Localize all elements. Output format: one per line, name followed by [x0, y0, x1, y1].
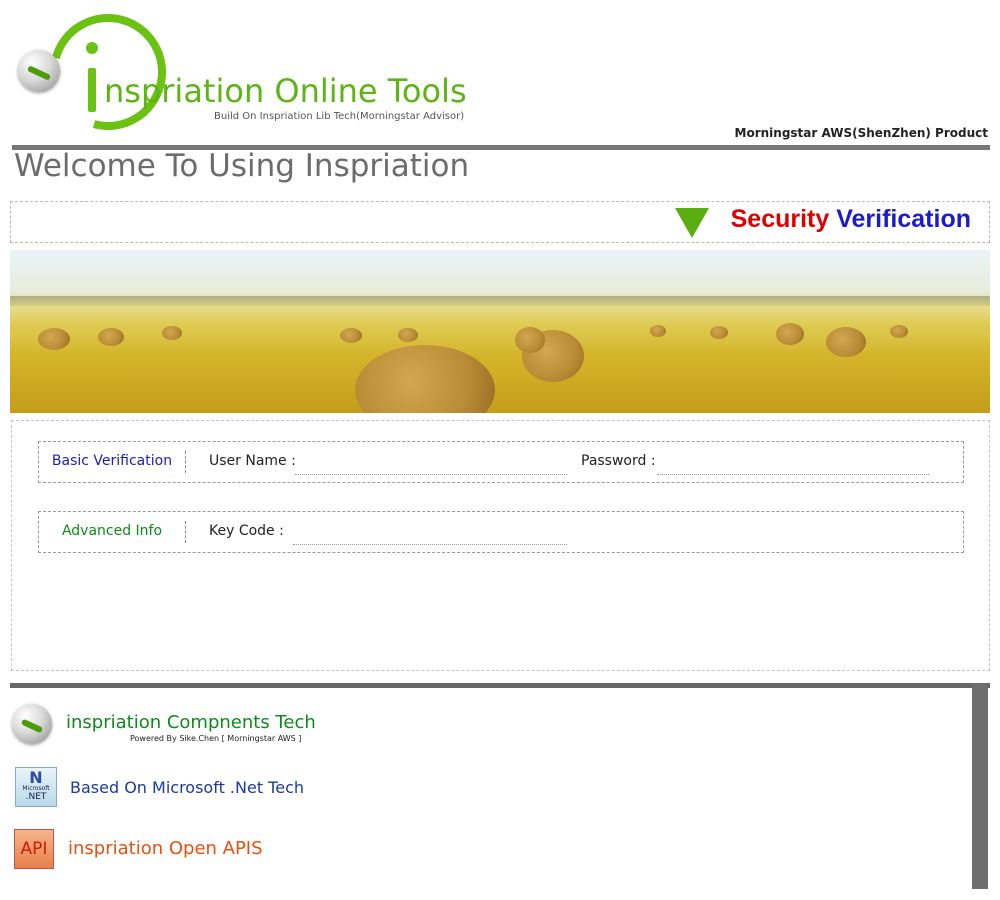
logo-ball-icon — [18, 50, 60, 92]
security-word: Security — [730, 205, 830, 233]
dotnet-icon: N Microsoft .NET — [15, 767, 57, 807]
powered-by-text: Powered By Sike.Chen [ Morningstar AWS ] — [130, 734, 302, 743]
logo-subtitle: Build On Inspriation Lib Tech(Morningsta… — [214, 111, 465, 122]
basic-verification-row: Basic Verification User Name : Password … — [38, 441, 964, 483]
username-input[interactable] — [295, 454, 567, 475]
footer-divider — [10, 683, 990, 688]
page-title: Welcome To Using Inspriation — [14, 148, 470, 184]
components-tech-text: inspriation Compnents Tech — [66, 712, 316, 733]
keycode-input[interactable] — [293, 524, 567, 545]
inspriation-ball-icon — [12, 704, 52, 744]
hay-bale — [38, 328, 70, 350]
logo-title: nspriation Online Tools — [104, 72, 467, 110]
hay-bale — [890, 325, 908, 338]
security-header: Security Verification — [10, 201, 990, 243]
keycode-label: Key Code : — [209, 523, 284, 539]
login-form: Basic Verification User Name : Password … — [11, 420, 990, 671]
banner-treeline — [10, 296, 990, 306]
logo-i-stem — [88, 68, 96, 112]
hay-bale — [355, 345, 495, 413]
hay-bale — [340, 328, 362, 343]
open-apis-text: inspriation Open APIS — [68, 838, 263, 859]
hay-bale — [398, 328, 418, 342]
api-icon: API — [14, 829, 54, 869]
verification-word: Verification — [836, 205, 971, 233]
hay-bale — [650, 325, 666, 337]
logo-i-dot — [86, 42, 98, 54]
dotnet-tech-text: Based On Microsoft .Net Tech — [70, 778, 305, 797]
app-logo: nspriation Online Tools Build On Inspria… — [14, 0, 474, 152]
hay-bale — [710, 326, 728, 339]
advanced-info-row: Advanced Info Key Code : — [38, 511, 964, 553]
hay-bale — [515, 327, 545, 353]
password-label: Password : — [581, 453, 656, 469]
hay-field-banner — [10, 250, 990, 413]
basic-verification-label: Basic Verification — [39, 451, 186, 473]
footer-side-bar — [972, 683, 988, 889]
username-label: User Name : — [209, 453, 296, 469]
hay-bale — [162, 326, 182, 340]
hay-bale — [98, 328, 124, 346]
advanced-info-label: Advanced Info — [39, 521, 186, 543]
security-title: Security Verification — [731, 205, 971, 234]
product-label: Morningstar AWS(ShenZhen) Product — [734, 126, 988, 140]
dotnet-icon-label: .NET — [25, 792, 47, 802]
hay-bale — [826, 327, 866, 357]
hay-bale — [776, 323, 804, 345]
triangle-down-icon — [675, 208, 709, 238]
password-input[interactable] — [657, 454, 929, 475]
